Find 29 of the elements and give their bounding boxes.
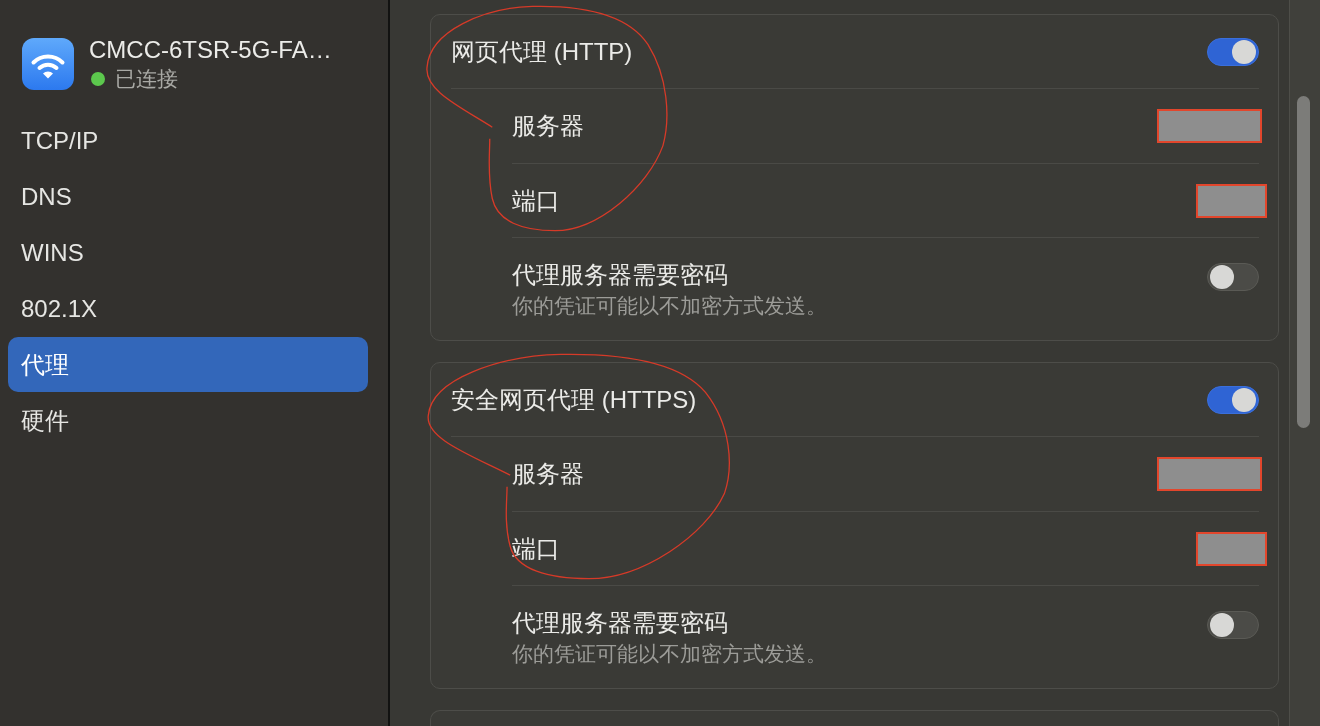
warning-note: 你的凭证可能以不加密方式发送。: [512, 641, 827, 667]
sidebar-item[interactable]: 硬件: [8, 393, 368, 448]
sidebar-item[interactable]: TCP/IP: [8, 113, 368, 168]
network-name: CMCC-6TSR-5G-FA…: [89, 36, 332, 64]
wifi-icon: [22, 38, 74, 90]
warning-note: 你的凭证可能以不加密方式发送。: [512, 293, 827, 319]
sidebar-item[interactable]: 802.1X: [8, 281, 368, 336]
option-label: 代理服务器需要密码: [512, 608, 729, 638]
field-label: 服务器: [512, 111, 584, 141]
toggle-switch[interactable]: [1207, 611, 1259, 639]
field-label: 端口: [512, 533, 560, 564]
sidebar-item[interactable]: WINS: [8, 225, 368, 280]
field-label: 端口: [512, 185, 560, 216]
sidebar-item[interactable]: 代理: [8, 337, 368, 392]
toggle-switch[interactable]: [1207, 37, 1259, 66]
toggle-switch[interactable]: [1207, 385, 1259, 414]
connection-status: 已连接: [115, 66, 178, 92]
option-label: 代理服务器需要密码: [512, 260, 729, 290]
scrollbar-track[interactable]: [1289, 0, 1320, 726]
field-label: 服务器: [512, 459, 584, 489]
sidebar-item[interactable]: DNS: [8, 169, 368, 224]
section-title: 网页代理 (HTTP): [451, 36, 633, 67]
redacted-field[interactable]: [1196, 183, 1267, 218]
section-title: 安全网页代理 (HTTPS): [451, 384, 697, 415]
toggle-switch[interactable]: [1207, 263, 1259, 291]
redacted-field[interactable]: [1157, 457, 1262, 491]
redacted-field[interactable]: [1157, 109, 1262, 143]
redacted-field[interactable]: [1196, 531, 1267, 566]
scrollbar-thumb[interactable]: [1297, 96, 1310, 428]
